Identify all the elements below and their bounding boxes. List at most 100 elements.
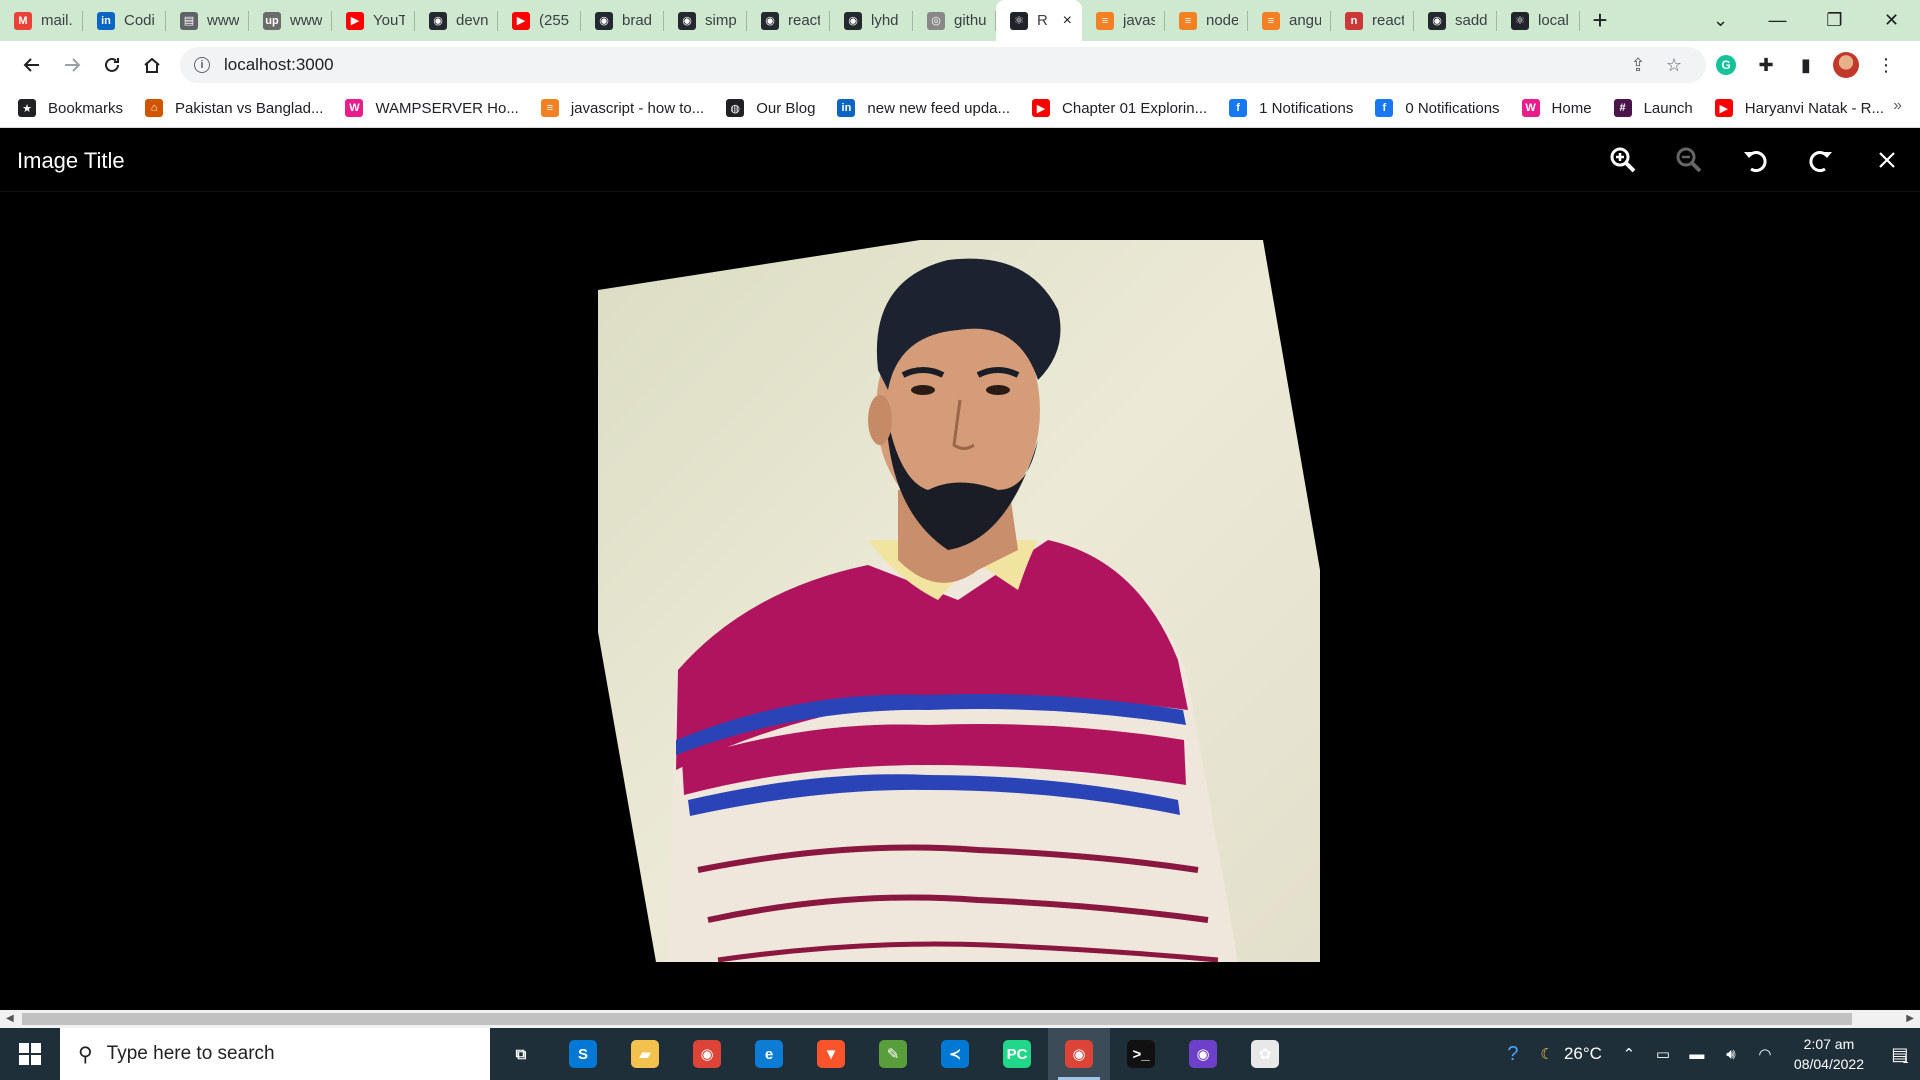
- bookmark-item[interactable]: ≡ javascript - how to...: [540, 99, 704, 117]
- browser-tab[interactable]: up www: [249, 0, 332, 41]
- window-controls: ⌄ — ❐ ✕: [1692, 0, 1920, 41]
- tab-label: R: [1037, 12, 1048, 29]
- taskbar-app-vscode[interactable]: ≺: [924, 1028, 986, 1080]
- bookmark-item[interactable]: W WAMPSERVER Ho...: [345, 99, 519, 117]
- browser-tab[interactable]: ◉ react: [747, 0, 830, 41]
- browser-tab[interactable]: ⚛ local: [1497, 0, 1580, 41]
- forward-arrow-icon: [65, 58, 81, 72]
- side-panel-button[interactable]: ▮: [1786, 45, 1826, 85]
- taskbar-app-brave[interactable]: ▼: [800, 1028, 862, 1080]
- browser-tab[interactable]: ≡ javas: [1082, 0, 1165, 41]
- address-bar[interactable]: i localhost:3000 ⇪ ☆: [180, 47, 1706, 83]
- tab-search-dropdown-icon[interactable]: ⌄: [1692, 10, 1749, 31]
- reload-button[interactable]: [92, 45, 132, 85]
- start-button[interactable]: [0, 1028, 60, 1080]
- help-icon[interactable]: ?: [1499, 1043, 1527, 1066]
- taskbar-app-chrome-active[interactable]: ◉: [1048, 1028, 1110, 1080]
- zoom-in-button[interactable]: [1590, 128, 1656, 192]
- browser-tab[interactable]: ◉ devn: [415, 0, 498, 41]
- url-text[interactable]: localhost:3000: [224, 55, 1620, 75]
- browser-tab[interactable]: ▶ (255: [498, 0, 581, 41]
- browser-tab[interactable]: n react: [1331, 0, 1414, 41]
- bookmark-item[interactable]: # Launch: [1613, 99, 1693, 117]
- browser-tab[interactable]: Mmail.: [0, 0, 83, 41]
- bookmark-item[interactable]: f 1 Notifications: [1229, 99, 1353, 117]
- forward-button[interactable]: [52, 45, 92, 85]
- back-button[interactable]: [12, 45, 52, 85]
- tab-favicon-icon: up: [263, 11, 281, 30]
- scroll-right-arrow-icon[interactable]: ▶: [1906, 1013, 1914, 1024]
- meet-now-icon[interactable]: ▭: [1649, 1045, 1677, 1063]
- taskbar-app-github-desktop[interactable]: ◉: [1172, 1028, 1234, 1080]
- tab-favicon-icon: M: [14, 11, 32, 30]
- tab-close-icon[interactable]: ×: [1063, 12, 1072, 30]
- site-info-icon[interactable]: i: [194, 57, 210, 73]
- zoom-out-button[interactable]: [1656, 128, 1722, 192]
- bookmark-item[interactable]: ▶ Chapter 01 Explorin...: [1032, 99, 1207, 117]
- taskbar-app-edge[interactable]: e: [738, 1028, 800, 1080]
- rotate-left-button[interactable]: [1722, 128, 1788, 192]
- taskbar-app-pycharm[interactable]: PC: [986, 1028, 1048, 1080]
- taskbar-search-box[interactable]: ⚲ Type here to search: [60, 1028, 490, 1080]
- bookmark-label: WAMPSERVER Ho...: [375, 99, 519, 117]
- bookmark-item[interactable]: ▶ Haryanvi Natak - R...: [1714, 99, 1884, 117]
- notification-center-button[interactable]: ▤ 1: [1880, 1028, 1920, 1080]
- browser-tab[interactable]: ◉ brad: [581, 0, 664, 41]
- browser-tab[interactable]: in Codi: [83, 0, 166, 41]
- notepad-icon: ✎: [879, 1040, 907, 1068]
- viewer-close-button[interactable]: [1854, 128, 1920, 192]
- bookmark-favicon-icon: W: [345, 99, 364, 117]
- grammarly-extension[interactable]: G: [1706, 45, 1746, 85]
- browser-tab[interactable]: ≡ node: [1165, 0, 1248, 41]
- taskbar-app-paint[interactable]: ✿: [1234, 1028, 1296, 1080]
- browser-tab[interactable]: ◎ githu: [913, 0, 996, 41]
- bookmark-item[interactable]: ★ Bookmarks: [18, 99, 123, 117]
- browser-tab[interactable]: ▶ YouT: [332, 0, 415, 41]
- minimize-button[interactable]: —: [1749, 10, 1806, 31]
- file-explorer-icon: ▰: [631, 1040, 659, 1068]
- scroll-left-arrow-icon[interactable]: ◀: [6, 1013, 14, 1024]
- taskbar-app-task-view[interactable]: ⧉: [490, 1028, 552, 1080]
- tab-favicon-icon: ⚛: [1511, 11, 1529, 30]
- battery-icon[interactable]: ▬: [1683, 1046, 1711, 1063]
- browser-tab[interactable]: ≡ angu: [1248, 0, 1331, 41]
- rotate-right-button[interactable]: [1788, 128, 1854, 192]
- share-icon[interactable]: ⇪: [1620, 55, 1656, 76]
- wifi-icon[interactable]: ◠: [1751, 1045, 1779, 1063]
- home-button[interactable]: [132, 45, 172, 85]
- show-hidden-icons-icon[interactable]: ⌃: [1615, 1045, 1643, 1063]
- taskbar-app-skype[interactable]: S: [552, 1028, 614, 1080]
- new-tab-button[interactable]: +: [1580, 0, 1620, 41]
- scrollbar-thumb[interactable]: [22, 1013, 1852, 1025]
- tab-favicon-icon: ▶: [346, 11, 364, 30]
- bookmark-item[interactable]: in new new feed upda...: [837, 99, 1010, 117]
- browser-tab[interactable]: ▤ www: [166, 0, 249, 41]
- chrome-menu-button[interactable]: ⋮: [1866, 45, 1906, 85]
- browser-tab[interactable]: ◉ sadd: [1414, 0, 1497, 41]
- browser-tab[interactable]: ◉ lyhd: [830, 0, 913, 41]
- taskbar-app-notepad[interactable]: ✎: [862, 1028, 924, 1080]
- taskbar-app-terminal[interactable]: >_: [1110, 1028, 1172, 1080]
- profile-button[interactable]: [1826, 45, 1866, 85]
- bookmark-star-icon[interactable]: ☆: [1656, 55, 1692, 76]
- tab-favicon-icon: ◉: [678, 11, 696, 30]
- bookmarks-overflow-icon[interactable]: »: [1893, 97, 1902, 115]
- taskbar-app-chrome[interactable]: ◉: [676, 1028, 738, 1080]
- bookmark-item[interactable]: W Home: [1521, 99, 1592, 117]
- bookmark-item[interactable]: ◍ Our Blog: [726, 99, 815, 117]
- weather-temperature[interactable]: 26°C: [1564, 1044, 1602, 1064]
- weather-moon-icon[interactable]: ☾: [1533, 1045, 1561, 1063]
- restore-button[interactable]: ❐: [1806, 10, 1863, 31]
- bookmark-item[interactable]: ⌂ Pakistan vs Banglad...: [145, 99, 323, 117]
- clock[interactable]: 2:07 am 08/04/2022: [1794, 1034, 1864, 1074]
- skype-icon: S: [569, 1040, 597, 1068]
- tab-favicon-icon: in: [97, 11, 115, 30]
- tab-active[interactable]: ⚛ R ×: [996, 0, 1082, 41]
- browser-tab[interactable]: ◉ simp: [664, 0, 747, 41]
- extensions-button[interactable]: ✚: [1746, 45, 1786, 85]
- volume-icon[interactable]: 🔊︎: [1717, 1046, 1745, 1063]
- horizontal-scrollbar[interactable]: ◀ ▶: [0, 1010, 1920, 1028]
- taskbar-app-file-explorer[interactable]: ▰: [614, 1028, 676, 1080]
- bookmark-item[interactable]: f 0 Notifications: [1375, 99, 1500, 117]
- window-close-button[interactable]: ✕: [1863, 10, 1920, 31]
